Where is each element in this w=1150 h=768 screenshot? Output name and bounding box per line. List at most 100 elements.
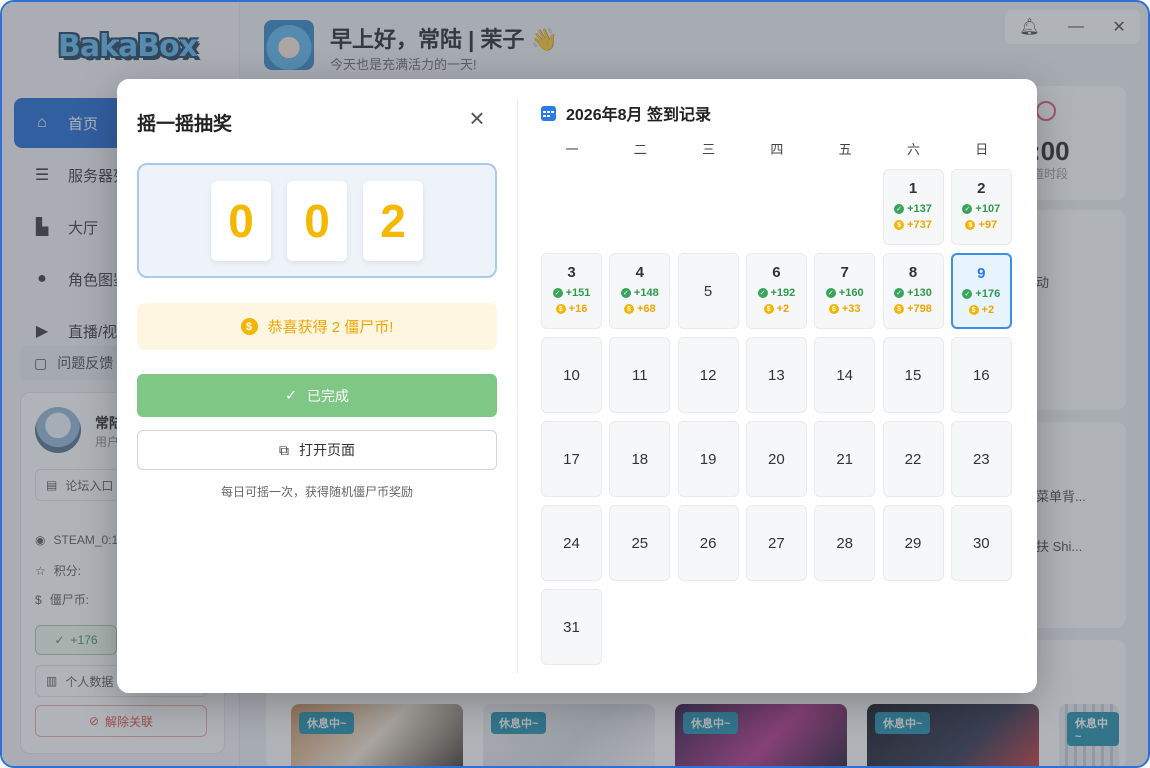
- day-number: 9: [977, 265, 986, 282]
- coin-icon: $: [894, 220, 905, 230]
- calendar-day[interactable]: 16: [950, 337, 1012, 413]
- day-points: ✓ +107: [952, 203, 1011, 215]
- day-coins: $ +97: [952, 219, 1011, 231]
- calendar-day[interactable]: 28: [814, 505, 876, 581]
- calendar-day[interactable]: 24: [541, 505, 602, 581]
- day-number: 16: [972, 367, 990, 384]
- day-number: 7: [840, 264, 849, 281]
- calendar-day[interactable]: 14: [814, 337, 876, 413]
- check-circle-icon: ✓: [894, 204, 905, 214]
- completed-label: 已完成: [306, 387, 349, 404]
- calendar-day[interactable]: 27: [745, 505, 807, 581]
- calendar-day[interactable]: 6 ✓ +192 $ +2: [745, 253, 807, 329]
- day-number: 29: [904, 535, 922, 552]
- calendar-day[interactable]: 3 ✓ +151 $ +16: [541, 253, 602, 329]
- completed-button[interactable]: ✓ 已完成: [137, 374, 497, 417]
- check-circle-icon: ✓: [962, 289, 973, 299]
- calendar-day[interactable]: 20: [745, 421, 807, 497]
- day-number: 15: [904, 367, 922, 384]
- calendar-day[interactable]: 12: [677, 337, 739, 413]
- calendar-day[interactable]: 11: [609, 337, 671, 413]
- day-number: 26: [699, 535, 717, 552]
- weekday-label: 五: [838, 142, 852, 157]
- coins-value: +33: [841, 303, 861, 315]
- check-circle-icon: ✓: [962, 204, 973, 214]
- day-coins: $ +2: [953, 304, 1010, 316]
- calendar-day[interactable]: 29: [882, 505, 944, 581]
- day-number: 3: [567, 264, 576, 281]
- day-coins: $ +68: [610, 303, 669, 315]
- app-window: BakaBox ⌂ 首页 ☰ 服务器列 ▙ 大厅 ● 角色图鉴 ▶ 直播/视 ▢…: [0, 0, 1150, 768]
- points-value: +151: [565, 287, 591, 299]
- calendar-day[interactable]: 30: [950, 505, 1012, 581]
- coin-icon: $: [763, 304, 774, 314]
- calendar-day[interactable]: 8 ✓ +130 $ +798: [882, 253, 944, 329]
- check-circle-icon: ✓: [894, 288, 905, 298]
- points-value: +160: [838, 287, 864, 299]
- day-points: ✓ +130: [884, 287, 943, 299]
- calendar-day[interactable]: 13: [745, 337, 807, 413]
- day-number: 2: [977, 180, 986, 197]
- calendar-day[interactable]: 19: [677, 421, 739, 497]
- calendar-day[interactable]: 31: [541, 589, 602, 665]
- calendar-day[interactable]: 2 ✓ +107 $ +97: [950, 169, 1012, 245]
- day-number: 5: [703, 283, 713, 300]
- day-points: ✓ +148: [610, 287, 669, 299]
- open-page-button[interactable]: ⧉ 打开页面: [137, 430, 497, 470]
- coin-icon: $: [965, 220, 976, 230]
- points-value: +107: [975, 203, 1001, 215]
- calendar-day[interactable]: 15: [882, 337, 944, 413]
- calendar-day[interactable]: 1 ✓ +137 $ +737: [882, 169, 944, 245]
- check-circle-icon: ✓: [825, 288, 836, 298]
- weekday-label: 二: [633, 142, 647, 157]
- lottery-title: 摇一摇抽奖: [137, 114, 233, 135]
- day-coins: $ +16: [542, 303, 601, 315]
- open-page-label: 打开页面: [299, 442, 355, 458]
- calendar-day[interactable]: 10: [541, 337, 602, 413]
- day-number: 23: [972, 451, 990, 468]
- coins-value: +68: [636, 303, 656, 315]
- slot-digit: 0: [287, 181, 347, 261]
- calendar-day[interactable]: 21: [814, 421, 876, 497]
- day-number: 20: [768, 451, 785, 468]
- day-number: 8: [908, 264, 918, 281]
- close-icon[interactable]: ×: [465, 105, 489, 131]
- day-number: 22: [904, 451, 922, 468]
- calendar-title: 2026年8月 签到记录: [566, 107, 711, 124]
- day-number: 24: [563, 535, 580, 552]
- coin-icon: $: [894, 304, 905, 314]
- coins-value: +16: [568, 303, 588, 315]
- weekday-label: 三: [702, 142, 716, 157]
- calendar-day[interactable]: 7 ✓ +160 $ +33: [814, 253, 876, 329]
- lottery-hint: 每日可摇一次，获得随机僵尸币奖励: [220, 485, 413, 499]
- coins-value: +798: [907, 303, 932, 315]
- day-number: 21: [836, 451, 854, 468]
- coins-value: +97: [978, 219, 998, 231]
- day-number: 4: [635, 264, 644, 281]
- check-icon: ✓: [285, 387, 297, 403]
- coin-icon: $: [968, 305, 979, 315]
- calendar-day[interactable]: 23: [950, 421, 1012, 497]
- calendar-day[interactable]: 9 ✓ +176 $ +2: [950, 253, 1012, 329]
- calendar-day[interactable]: 26: [677, 505, 739, 581]
- calendar-day[interactable]: 18: [609, 421, 671, 497]
- calendar-day[interactable]: 5: [677, 253, 739, 329]
- calendar-day[interactable]: 17: [541, 421, 602, 497]
- weekday-label: 六: [906, 142, 920, 157]
- calendar-day[interactable]: 25: [609, 505, 671, 581]
- day-points: ✓ +137: [884, 203, 943, 215]
- day-coins: $ +798: [884, 303, 943, 315]
- calendar-day[interactable]: 22: [882, 421, 944, 497]
- calendar-icon: [541, 105, 556, 121]
- slot-machine: 0 0 2: [137, 163, 497, 278]
- divider: [517, 99, 518, 673]
- coin-icon: $: [623, 304, 634, 314]
- calendar-day[interactable]: 4 ✓ +148 $ +68: [609, 253, 671, 329]
- external-link-icon: ⧉: [279, 441, 289, 458]
- points-value: +148: [633, 287, 659, 299]
- day-points: ✓ +192: [747, 287, 806, 299]
- prize-banner: $ 恭喜获得 2 僵尸币!: [137, 303, 497, 350]
- coins-value: +737: [907, 219, 932, 231]
- calendar-title-row: 2026年8月 签到记录: [541, 101, 711, 125]
- check-circle-icon: ✓: [620, 288, 631, 298]
